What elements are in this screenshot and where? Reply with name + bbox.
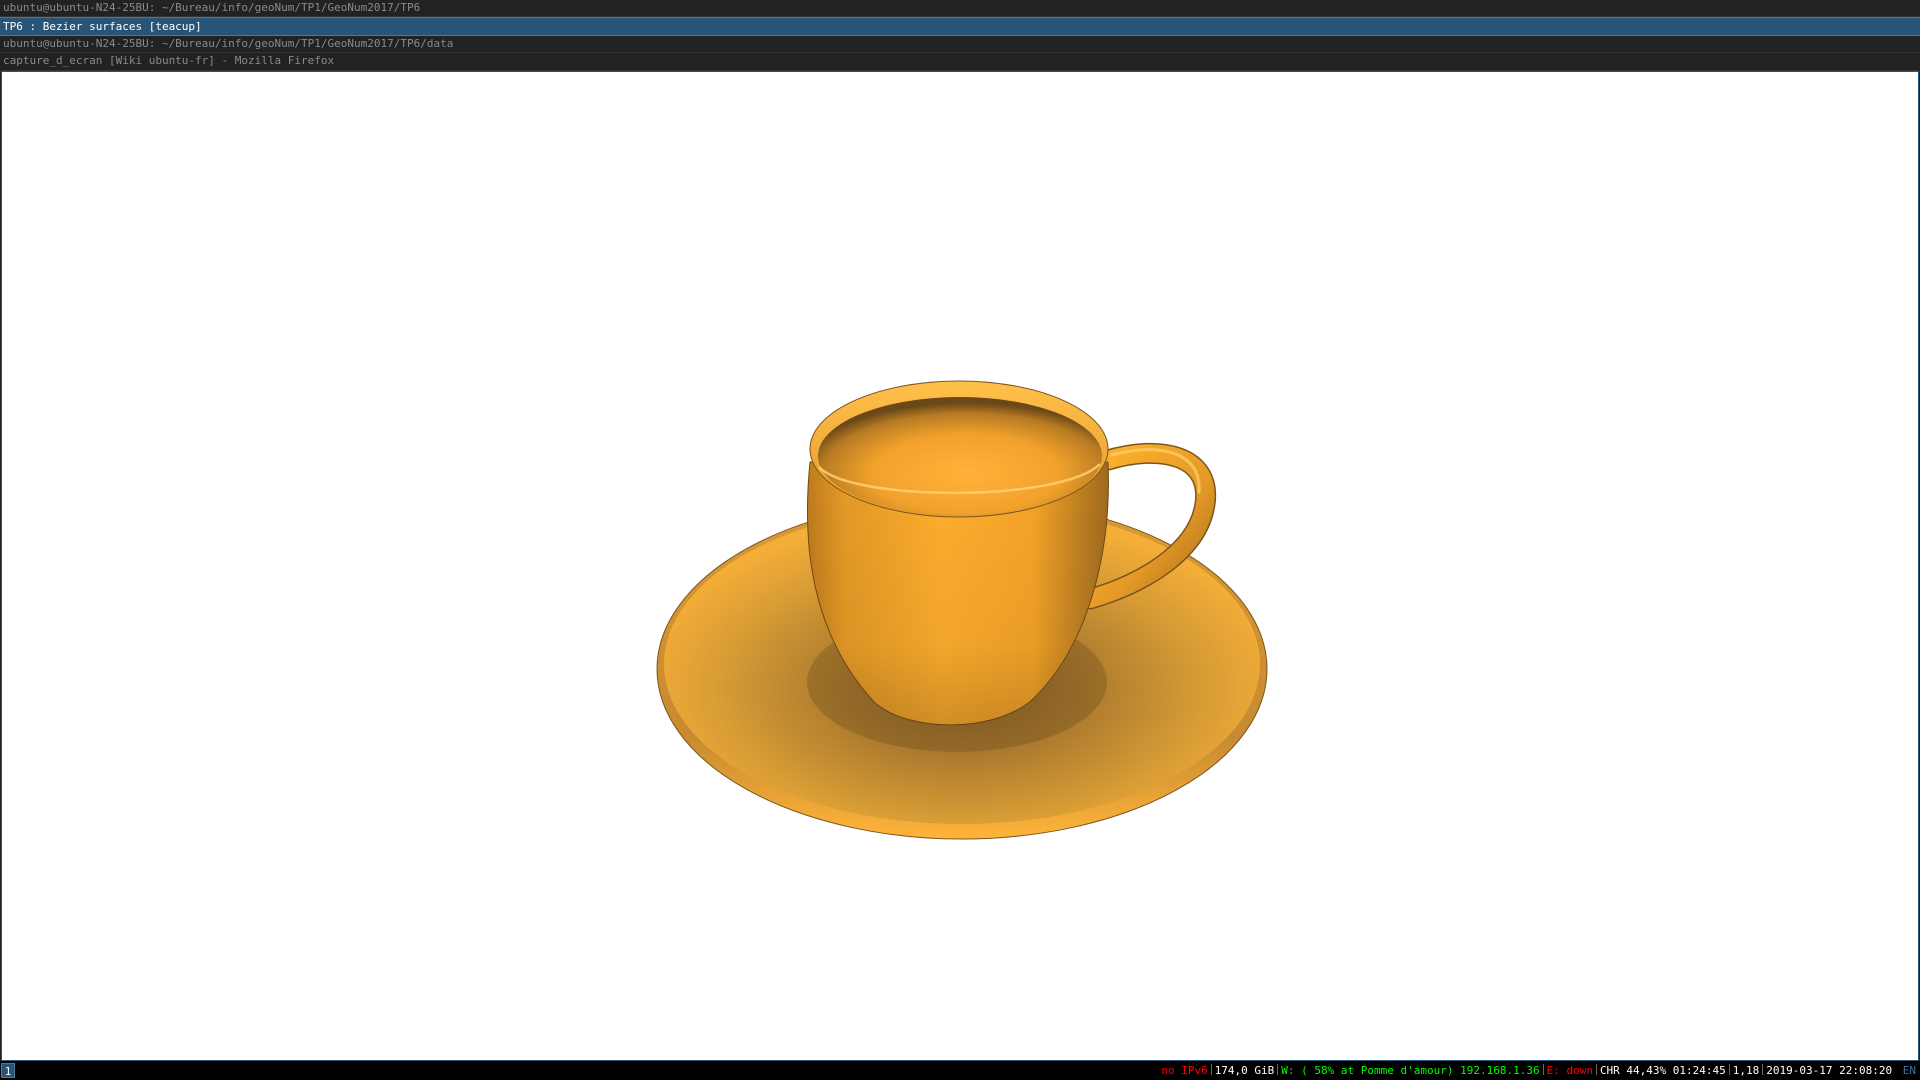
load-status: 1,18 [1732, 1064, 1760, 1077]
terminal-window-title-2[interactable]: ubuntu@ubuntu-N24-25BU: ~/Bureau/info/ge… [0, 36, 1920, 53]
ipv6-status: no IPv6 [1161, 1064, 1208, 1077]
status-bar: 1 no IPv6 174,0 GiB W: ( 58% at Pomme d'am… [0, 1061, 1920, 1080]
workspace-button[interactable]: 1 [1, 1063, 15, 1078]
battery-status: CHR 44,43% 01:24:45 [1599, 1064, 1726, 1077]
ethernet-status: E: down [1546, 1064, 1593, 1077]
wireless-status: W: ( 58% at Pomme d'amour) 192.168.1.36 [1281, 1064, 1540, 1077]
disk-status: 174,0 GiB [1214, 1064, 1275, 1077]
datetime-status: 2019-03-17 22:08:20 [1766, 1064, 1893, 1077]
terminal-window-title-1[interactable]: ubuntu@ubuntu-N24-25BU: ~/Bureau/info/ge… [0, 0, 1920, 17]
cup-interior [809, 380, 1109, 518]
keyboard-layout-indicator[interactable]: EN [1903, 1061, 1916, 1080]
status-items: no IPv6 174,0 GiB W: ( 58% at Pomme d'amou… [1161, 1061, 1916, 1080]
opengl-viewport[interactable] [1, 71, 1919, 1061]
active-window-title[interactable]: TP6 : Bezier surfaces [teacup] [0, 17, 1920, 36]
firefox-window-title[interactable]: capture_d_ecran [Wiki ubuntu-fr] - Mozil… [0, 53, 1920, 71]
teacup-render [656, 380, 1268, 840]
